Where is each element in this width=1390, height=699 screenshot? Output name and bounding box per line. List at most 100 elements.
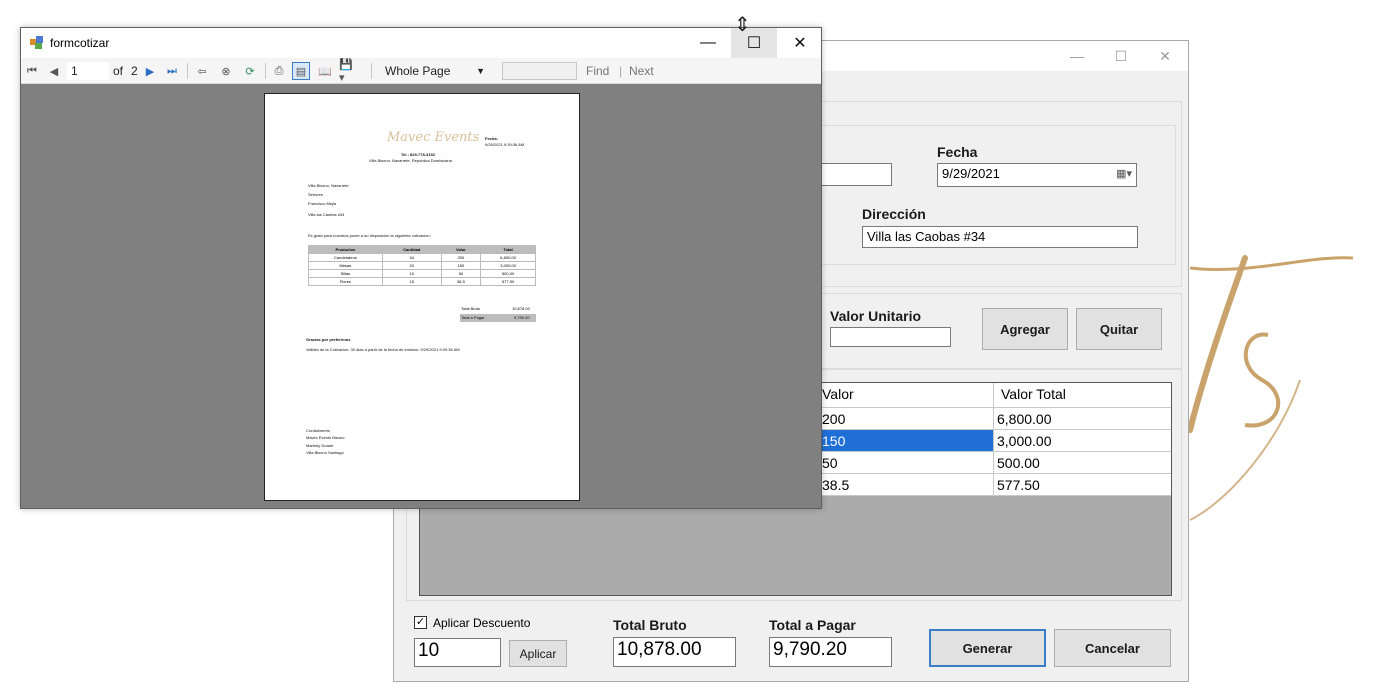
report-page: Mavec Events Fecha: 9/29/2021 9:39:36 AM… (264, 93, 580, 501)
report-thanks: Gracias por preferirnos (306, 337, 351, 342)
report-table: Productos Cantidad Valor Total Candelabr… (308, 245, 536, 286)
fecha-value: 9/29/2021 (942, 166, 1000, 181)
report-to-line: Señores (308, 192, 323, 197)
fecha-label: Fecha (937, 144, 978, 160)
grid-cell-valor-selected[interactable]: 150 (818, 430, 993, 451)
report-logo: Mavec Events (387, 130, 480, 145)
close-icon[interactable]: ✕ (1142, 41, 1188, 71)
previous-page-icon[interactable]: ◀ (45, 62, 63, 80)
cancelar-button[interactable]: Cancelar (1054, 629, 1171, 667)
aplicar-button[interactable]: Aplicar (509, 640, 567, 667)
find-separator: | (619, 64, 623, 78)
grid-cell-valor[interactable]: 50 (818, 452, 993, 473)
chevron-down-icon: ▼ (476, 66, 485, 76)
total-pagar-field[interactable]: 9,790.20 (769, 637, 892, 667)
find-input[interactable] (502, 62, 577, 80)
report-total-pagar-value: 9,790.20 (514, 315, 530, 320)
report-td: 38.5 (440, 277, 482, 286)
report-td: 577.50 (480, 277, 536, 286)
quitar-button[interactable]: Quitar (1076, 308, 1162, 350)
export-icon[interactable]: 💾▾ (339, 59, 357, 84)
report-th: Productos (308, 245, 383, 254)
report-td: 6,800.00 (480, 253, 536, 262)
report-td: 20 (381, 261, 442, 270)
valor-unitario-label: Valor Unitario (830, 308, 922, 324)
report-sign-line: Mavec Events Bisono (306, 435, 345, 440)
app-icon (30, 36, 44, 50)
minimize-icon[interactable]: — (685, 28, 731, 58)
zoom-select[interactable]: Whole Page ▼ (377, 62, 489, 80)
report-td: 34 (381, 253, 442, 262)
print-icon[interactable]: ⎙ (270, 62, 288, 80)
report-td: 150 (440, 261, 482, 270)
report-address: Villa Bisono, Navarrete, Republica Domin… (369, 158, 452, 163)
fecha-datepicker[interactable]: 9/29/2021 ▦▾ (937, 163, 1137, 187)
report-viewer-titlebar[interactable]: formcotizar — ☐ ✕ (21, 28, 821, 58)
total-bruto-field[interactable]: 10,878.00 (613, 637, 736, 667)
zoom-value: Whole Page (385, 64, 451, 78)
valor-unitario-field[interactable] (830, 327, 951, 347)
generar-button[interactable]: Generar (929, 629, 1046, 667)
report-sign-line: Villa Bisono Santiago (306, 450, 344, 455)
calendar-icon[interactable]: ▦▾ (1116, 167, 1132, 180)
report-td: 50 (440, 269, 482, 278)
first-page-icon[interactable]: ⏮ (23, 62, 41, 80)
grid-header-valor[interactable]: Valor (818, 383, 992, 407)
report-td: 15 (381, 277, 442, 286)
report-td: 10 (381, 269, 442, 278)
report-th: Valor (440, 245, 482, 254)
report-sign-line: Marbely Duarte (306, 443, 334, 448)
grid-cell-total[interactable]: 6,800.00 (993, 408, 1173, 429)
report-td: 3,000.00 (480, 261, 536, 270)
report-total-bruto-value: 10,878.00 (512, 306, 530, 311)
page-of-label: of (113, 64, 124, 78)
report-td: Flores (308, 277, 383, 286)
report-contact: Tel.: 829-778-3152 (401, 152, 435, 157)
grid-cell-valor[interactable]: 38.5 (818, 474, 993, 495)
aplicar-descuento-checkbox[interactable]: ✓ (414, 616, 427, 629)
report-th: Total (480, 245, 536, 254)
report-td: Candelabros (308, 253, 383, 262)
report-to-line: Villa Bisono, Navarrete (308, 183, 349, 188)
grid-cell-total[interactable]: 577.50 (993, 474, 1173, 495)
last-page-icon[interactable]: ⏭ (163, 62, 181, 80)
find-link[interactable]: Find (586, 62, 609, 80)
report-td: Sillas (308, 269, 383, 278)
total-pagar-label: Total a Pagar (769, 617, 856, 633)
maximize-icon[interactable]: ☐ (1098, 41, 1144, 71)
report-intro: Es grato para nosotros poner a su dispos… (308, 233, 431, 238)
direccion-label: Dirección (862, 206, 926, 222)
grid-cell-total[interactable]: 500.00 (993, 452, 1173, 473)
minimize-icon[interactable]: — (1054, 41, 1100, 71)
find-next-link[interactable]: Next (629, 62, 654, 80)
report-validity: Validez de la Cotizacion: 30 dias a part… (306, 347, 460, 352)
direccion-field[interactable]: Villa las Caobas #34 (862, 226, 1138, 248)
grid-header-valor-total[interactable]: Valor Total (997, 383, 1173, 407)
grid-cell-total[interactable]: 3,000.00 (993, 430, 1173, 451)
aplicar-descuento-label: Aplicar Descuento (433, 616, 531, 630)
report-to-line: Villa las Caobas #34 (308, 212, 345, 217)
report-td: 200 (440, 253, 482, 262)
report-td: Mesas (308, 261, 383, 270)
report-fecha-value: 9/29/2021 9:39:36 AM (485, 142, 525, 147)
print-layout-icon[interactable]: ▤ (292, 62, 310, 80)
report-sign-line: Cordialmente, (306, 428, 331, 433)
descuento-field[interactable]: 10 (414, 638, 501, 667)
report-th: Cantidad (381, 245, 442, 254)
close-icon[interactable]: ✕ (777, 28, 823, 58)
grid-cell-valor[interactable]: 200 (818, 408, 993, 429)
total-bruto-label: Total Bruto (613, 617, 687, 633)
report-total-pagar-label: Total a Pagar (461, 315, 485, 320)
stop-icon[interactable]: ⊗ (217, 62, 235, 80)
report-toolbar: ⏮ ◀ 1 of 2 ▶ ⏭ ⇦ ⊗ ⟳ ⎙ ▤ 📖 💾▾ Whole Page… (21, 58, 821, 84)
page-number-input[interactable]: 1 (67, 62, 109, 80)
report-fecha-label: Fecha: (485, 136, 498, 141)
back-icon[interactable]: ⇦ (193, 62, 211, 80)
refresh-icon[interactable]: ⟳ (241, 62, 259, 80)
report-viewer-window: formcotizar — ☐ ✕ ⏮ ◀ 1 of 2 ▶ ⏭ ⇦ ⊗ ⟳ ⎙… (20, 27, 822, 509)
next-page-icon[interactable]: ▶ (141, 62, 159, 80)
agregar-button[interactable]: Agregar (982, 308, 1068, 350)
page-setup-icon[interactable]: 📖 (316, 62, 334, 80)
report-total-bruto-label: Total Bruto (461, 306, 481, 311)
resize-cursor-icon: ⇕ (734, 14, 751, 36)
